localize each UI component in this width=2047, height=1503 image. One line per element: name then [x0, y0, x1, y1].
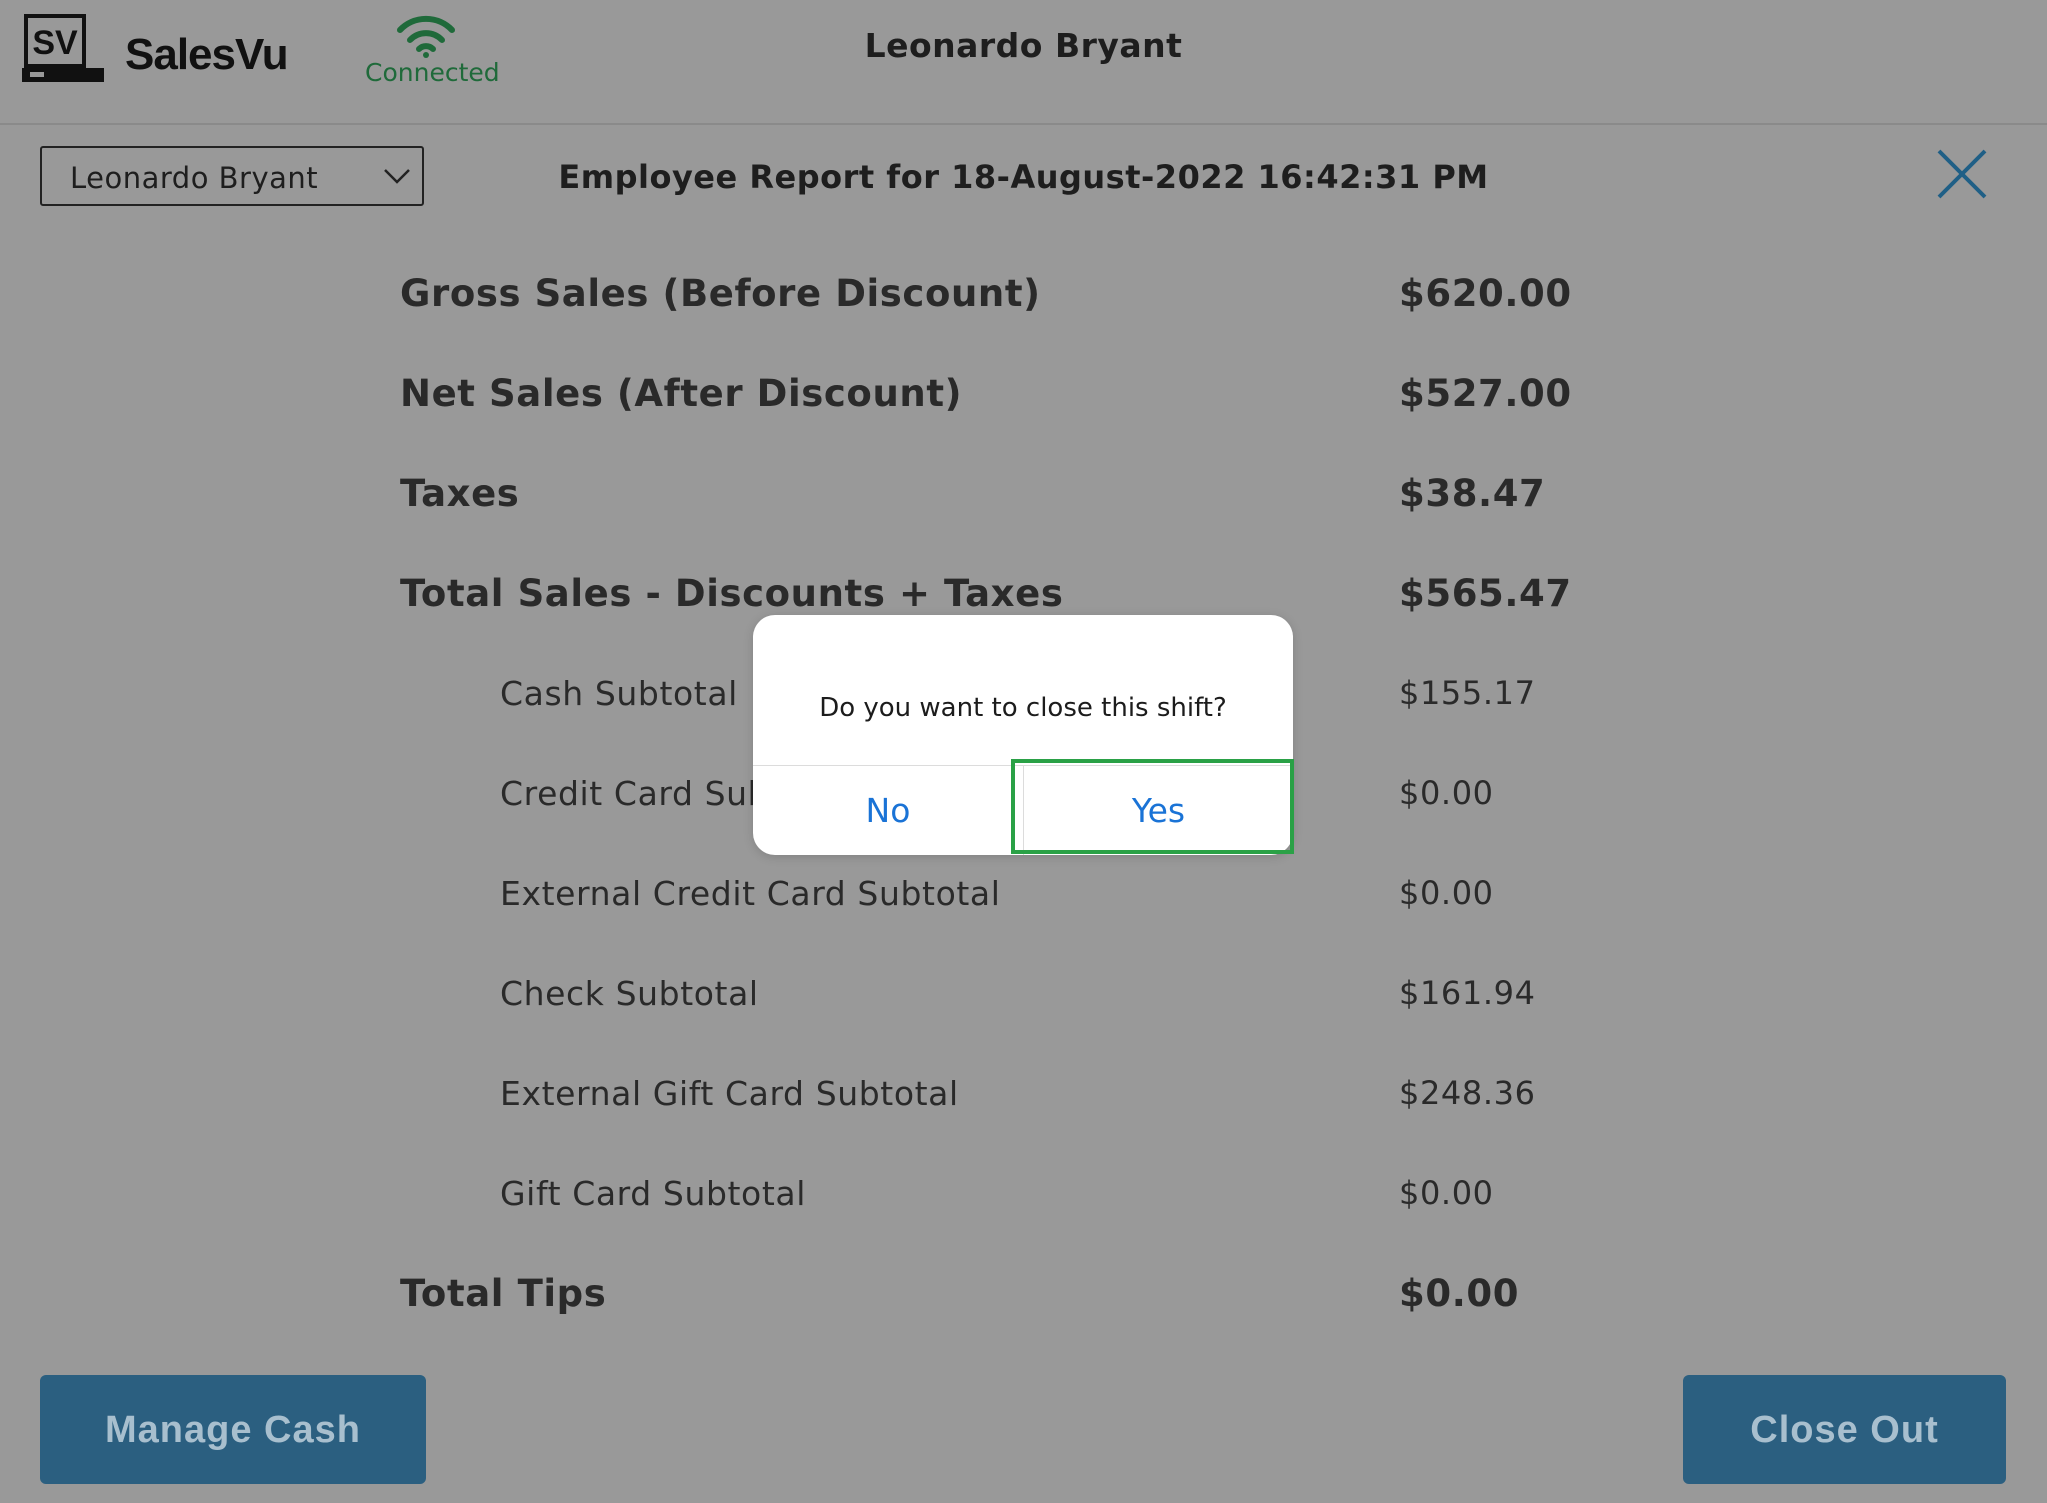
row-value-total-tips: $0.00: [1399, 1272, 1520, 1315]
report-title: Employee Report for 18-August-2022 16:42…: [558, 158, 1489, 196]
row-value-net-sales: $527.00: [1399, 372, 1572, 415]
close-shift-dialog: Do you want to close this shift? No Yes: [753, 615, 1293, 855]
row-label-total-sales: Total Sales - Discounts + Taxes: [400, 572, 1064, 615]
row-value-gift-card-subtotal: $0.00: [1399, 1174, 1494, 1212]
row-value-taxes: $38.47: [1399, 472, 1546, 515]
row-value-cash-subtotal: $155.17: [1399, 674, 1536, 712]
row-label-taxes: Taxes: [400, 472, 520, 515]
row-value-external-gift-card-subtotal: $248.36: [1399, 1074, 1536, 1112]
close-icon[interactable]: [1936, 148, 1988, 200]
row-label-net-sales: Net Sales (After Discount): [400, 372, 963, 415]
row-value-total-sales: $565.47: [1399, 572, 1572, 615]
row-label-cash-subtotal: Cash Subtotal: [500, 674, 738, 713]
row-value-check-subtotal: $161.94: [1399, 974, 1536, 1012]
dialog-yes-button[interactable]: Yes: [1024, 766, 1293, 855]
row-label-total-tips: Total Tips: [400, 1272, 607, 1315]
row-label-check-subtotal: Check Subtotal: [500, 974, 759, 1013]
row-value-credit-card-subtotal: $0.00: [1399, 774, 1494, 812]
dialog-no-button[interactable]: No: [753, 766, 1023, 855]
row-label-external-credit-card-subtotal: External Credit Card Subtotal: [500, 874, 1001, 913]
manage-cash-button[interactable]: Manage Cash: [40, 1375, 426, 1484]
row-label-external-gift-card-subtotal: External Gift Card Subtotal: [500, 1074, 959, 1113]
dialog-message: Do you want to close this shift?: [819, 693, 1227, 723]
close-out-button[interactable]: Close Out: [1683, 1375, 2006, 1484]
row-label-gross-sales: Gross Sales (Before Discount): [400, 272, 1041, 315]
row-value-external-credit-card-subtotal: $0.00: [1399, 874, 1494, 912]
row-label-gift-card-subtotal: Gift Card Subtotal: [500, 1174, 806, 1213]
header-user-name: Leonardo Bryant: [864, 26, 1183, 65]
top-bar: SV SalesVu Connected Leonardo Bryant: [0, 0, 2047, 125]
row-value-gross-sales: $620.00: [1399, 272, 1572, 315]
